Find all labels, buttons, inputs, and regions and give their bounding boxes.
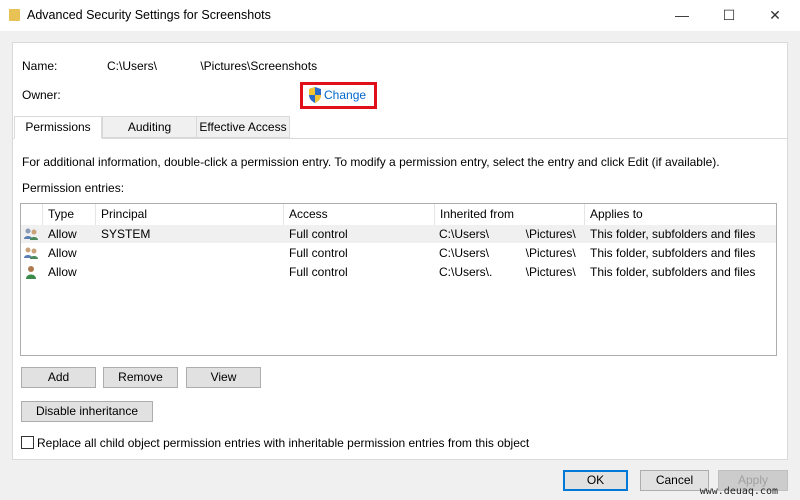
cell-inherited-from: C:\Users\ \Pictures\ — [439, 227, 576, 241]
ok-button[interactable]: OK — [563, 470, 628, 491]
cell-applies-to: This folder, subfolders and files — [590, 227, 756, 241]
cell-access: Full control — [289, 227, 348, 241]
tab-permissions[interactable]: Permissions — [14, 116, 102, 139]
tab-auditing[interactable]: Auditing — [102, 116, 197, 138]
watermark: www.deuaq.com — [699, 486, 778, 497]
remove-button[interactable]: Remove — [103, 367, 178, 388]
cell-applies-to: This folder, subfolders and files — [590, 265, 756, 279]
permission-entries-label: Permission entries: — [22, 181, 125, 195]
column-header-icon — [21, 204, 43, 225]
column-header-applies-to[interactable]: Applies to — [585, 204, 776, 225]
maximize-button[interactable]: ☐ — [714, 4, 744, 26]
tab-effective-access[interactable]: Effective Access — [196, 116, 290, 138]
table-row[interactable]: Allow Full control C:\Users\. \Pictures\… — [21, 263, 776, 281]
column-header-principal[interactable]: Principal — [96, 204, 284, 225]
cell-inherited-from: C:\Users\. \Pictures\ — [439, 265, 576, 279]
table-row[interactable]: Allow Full control C:\Users\ \Pictures\ … — [21, 244, 776, 262]
permission-entries-list[interactable]: Type Principal Access Inherited from App… — [20, 203, 777, 356]
cell-access: Full control — [289, 246, 348, 260]
cell-type: Allow — [48, 227, 77, 241]
group-users-icon — [24, 247, 38, 259]
table-row[interactable]: Allow SYSTEM Full control C:\Users\ \Pic… — [21, 225, 776, 243]
cell-type: Allow — [48, 265, 77, 279]
uac-shield-icon — [309, 87, 321, 103]
group-users-icon — [24, 228, 38, 240]
cell-type: Allow — [48, 246, 77, 260]
cancel-button[interactable]: Cancel — [640, 470, 709, 491]
tab-divider — [12, 138, 788, 139]
cell-principal: SYSTEM — [101, 227, 151, 241]
view-button[interactable]: View — [186, 367, 261, 388]
user-icon — [26, 266, 36, 279]
cell-access: Full control — [289, 265, 348, 279]
title-bar: Advanced Security Settings for Screensho… — [0, 0, 800, 31]
cell-applies-to: This folder, subfolders and files — [590, 246, 756, 260]
minimize-button[interactable]: — — [667, 4, 697, 26]
close-button[interactable]: ✕ — [760, 4, 790, 26]
owner-label: Owner: — [22, 88, 61, 102]
column-header-inherited-from[interactable]: Inherited from — [435, 204, 585, 225]
change-label: Change — [324, 88, 367, 102]
column-header-access[interactable]: Access — [284, 204, 435, 225]
folder-icon — [9, 9, 20, 21]
replace-child-permissions-label: Replace all child object permission entr… — [37, 436, 530, 450]
cell-inherited-from: C:\Users\ \Pictures\ — [439, 246, 576, 260]
disable-inheritance-button[interactable]: Disable inheritance — [21, 401, 153, 422]
change-owner-link[interactable]: Change — [300, 82, 377, 109]
column-header-type[interactable]: Type — [43, 204, 96, 225]
window-title: Advanced Security Settings for Screensho… — [27, 8, 271, 22]
name-value: C:\Users\ \Pictures\Screenshots — [107, 59, 318, 73]
name-label: Name: — [22, 59, 58, 73]
info-text: For additional information, double-click… — [22, 155, 720, 169]
add-button[interactable]: Add — [21, 367, 96, 388]
replace-child-permissions-checkbox[interactable] — [21, 436, 34, 449]
